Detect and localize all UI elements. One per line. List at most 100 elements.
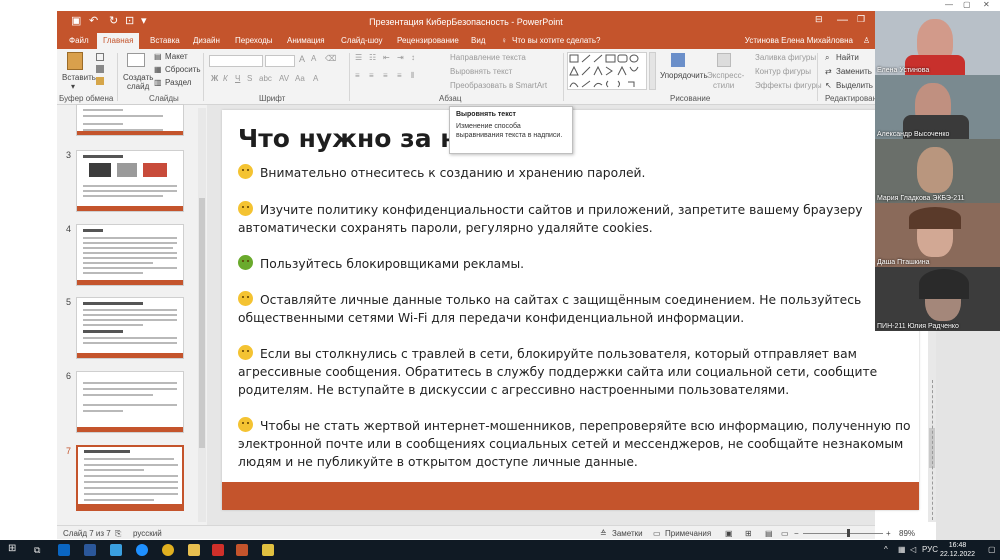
clear-formatting-icon[interactable]: ⌫ — [325, 54, 336, 63]
slide-paragraph[interactable]: Внимательно отнеситесь к созданию и хран… — [238, 164, 914, 182]
minimize-button[interactable]: — — [945, 0, 953, 9]
shadow-icon[interactable]: S — [247, 74, 252, 83]
change-case-icon[interactable]: Aa — [295, 74, 305, 83]
participant-tile[interactable]: Даша Пташкина — [875, 203, 1000, 267]
volume-icon[interactable]: ◁ — [910, 545, 916, 554]
comments-button[interactable]: Примечания — [665, 529, 711, 538]
shape-outline-button[interactable]: Контур фигуры — [755, 67, 811, 76]
paste-icon[interactable] — [67, 52, 83, 70]
align-left-icon[interactable]: ≡ — [355, 71, 360, 80]
file-explorer-icon[interactable] — [188, 544, 200, 556]
increase-indent-icon[interactable]: ⇥ — [397, 53, 404, 62]
notifications-icon[interactable]: ▢ — [988, 545, 996, 554]
participant-tile[interactable]: Александр Высоченко — [875, 75, 1000, 139]
spacing-icon[interactable]: AV — [279, 74, 289, 83]
convert-smartart-button[interactable]: Преобразовать в SmartArt — [450, 81, 547, 90]
account-icon[interactable]: ♙ — [863, 36, 870, 45]
new-slide-label[interactable]: слайд — [127, 82, 149, 91]
slide-thumbnail-selected[interactable] — [76, 445, 184, 511]
zoom-slider[interactable] — [803, 533, 883, 534]
justify-icon[interactable]: ≡ — [397, 71, 402, 80]
notes-button[interactable]: Заметки — [612, 529, 643, 538]
slide-thumbnail[interactable] — [76, 297, 184, 359]
layout-icon[interactable]: ▤ — [154, 52, 162, 61]
system-clock[interactable]: 16:48 22.12.2022 — [940, 541, 975, 559]
tab-file[interactable]: Файл — [69, 36, 89, 45]
italic-icon[interactable]: К — [223, 74, 228, 83]
slide-paragraph[interactable]: Если вы столкнулись с травлей в сети, бл… — [238, 345, 914, 399]
underline-icon[interactable]: Ч — [235, 74, 240, 83]
browser-icon[interactable] — [136, 544, 148, 556]
shrink-font-icon[interactable]: A — [311, 54, 316, 63]
quick-styles-button[interactable]: Экспресс- — [707, 71, 744, 80]
find-button[interactable]: Найти — [836, 53, 859, 62]
language-indicator[interactable]: русский — [133, 529, 162, 538]
slideshow-view-icon[interactable]: ▭ — [781, 529, 789, 538]
pdf-reader-icon[interactable] — [212, 544, 224, 556]
participant-tile[interactable]: Мария Гладкова ЭКБЭ-211 — [875, 139, 1000, 203]
text-direction-button[interactable]: Направление текста — [450, 53, 526, 62]
tab-animation[interactable]: Анимация — [287, 36, 325, 45]
shape-fill-button[interactable]: Заливка фигуры — [755, 53, 816, 62]
tab-view[interactable]: Вид — [471, 36, 485, 45]
new-slide-button[interactable]: Создать — [123, 73, 153, 82]
word-icon[interactable] — [84, 544, 96, 556]
select-button[interactable]: Выделить — [836, 81, 873, 90]
align-center-icon[interactable]: ≡ — [369, 71, 374, 80]
arrange-icon[interactable] — [671, 53, 685, 67]
font-size-input[interactable] — [265, 55, 295, 67]
find-icon[interactable]: ⌕ — [825, 53, 829, 63]
comments-icon[interactable]: ▭ — [653, 529, 661, 538]
zoom-slider-thumb[interactable] — [847, 529, 850, 537]
tray-expand-icon[interactable]: ^ — [884, 545, 888, 554]
align-text-button[interactable]: Выровнять текст — [450, 67, 512, 76]
select-icon[interactable]: ↖ — [825, 81, 832, 90]
tab-slideshow[interactable]: Слайд-шоу — [341, 36, 382, 45]
task-view-icon[interactable]: ⧉ — [34, 545, 40, 556]
normal-view-icon[interactable]: ▣ — [725, 529, 733, 538]
zoom-out-icon[interactable]: − — [794, 529, 799, 538]
slide-thumbnail[interactable] — [76, 104, 184, 136]
shape-effects-button[interactable]: Эффекты фигуры — [755, 81, 822, 90]
reset-button[interactable]: Сбросить — [165, 65, 201, 74]
participant-tile[interactable]: ПИН-211 Юлия Радченко — [875, 267, 1000, 331]
quick-styles-label[interactable]: стили — [713, 81, 734, 90]
strikethrough-icon[interactable]: abc — [259, 74, 272, 83]
arrange-button[interactable]: Упорядочить — [660, 71, 708, 80]
user-account[interactable]: Устинова Елена Михайловна — [745, 36, 853, 45]
format-painter-icon[interactable] — [96, 77, 104, 85]
section-icon[interactable]: ▥ — [154, 78, 162, 87]
slide-paragraph[interactable]: Изучите политику конфиденциальности сайт… — [238, 201, 914, 237]
slide-paragraph[interactable]: Оставляйте личные данные только на сайта… — [238, 291, 914, 327]
decrease-indent-icon[interactable]: ⇤ — [383, 53, 390, 62]
tab-home[interactable]: Главная — [97, 33, 140, 49]
paste-button[interactable]: Вставить — [62, 73, 96, 82]
powerpoint-icon[interactable] — [236, 544, 248, 556]
section-button[interactable]: Раздел — [165, 78, 191, 87]
grow-font-icon[interactable]: A — [299, 54, 305, 64]
close-button[interactable]: ✕ — [983, 0, 990, 9]
tell-me-box[interactable]: Что вы хотите сделать? — [512, 36, 600, 45]
network-icon[interactable]: ▦ — [898, 545, 906, 554]
shapes-gallery[interactable] — [567, 52, 647, 90]
app-icon[interactable] — [110, 544, 122, 556]
bold-icon[interactable]: Ж — [211, 74, 218, 83]
windows-start-icon[interactable]: ⊞ — [8, 543, 16, 554]
slide-thumbnail[interactable] — [76, 224, 184, 286]
slide-paragraph[interactable]: Пользуйтесь блокировщиками рекламы. — [238, 255, 914, 273]
tab-transitions[interactable]: Переходы — [235, 36, 273, 45]
participant-tile[interactable]: Елена Устинова — [875, 11, 1000, 75]
new-slide-icon[interactable] — [127, 53, 145, 67]
slide-sorter-icon[interactable]: ⊞ — [745, 529, 752, 538]
slide-thumbnail[interactable] — [76, 371, 184, 433]
tell-me-icon[interactable]: ♀ — [501, 36, 507, 45]
bullets-icon[interactable]: ☰ — [355, 53, 362, 62]
chrome-icon[interactable] — [162, 544, 174, 556]
align-right-icon[interactable]: ≡ — [383, 71, 388, 80]
columns-icon[interactable]: ⫴ — [411, 71, 414, 81]
copy-icon[interactable] — [96, 65, 104, 73]
shapes-gallery-scroll[interactable] — [649, 52, 656, 90]
reading-view-icon[interactable]: ▤ — [765, 529, 773, 538]
cut-icon[interactable] — [96, 53, 104, 61]
notes-icon[interactable]: ≙ — [600, 529, 607, 538]
